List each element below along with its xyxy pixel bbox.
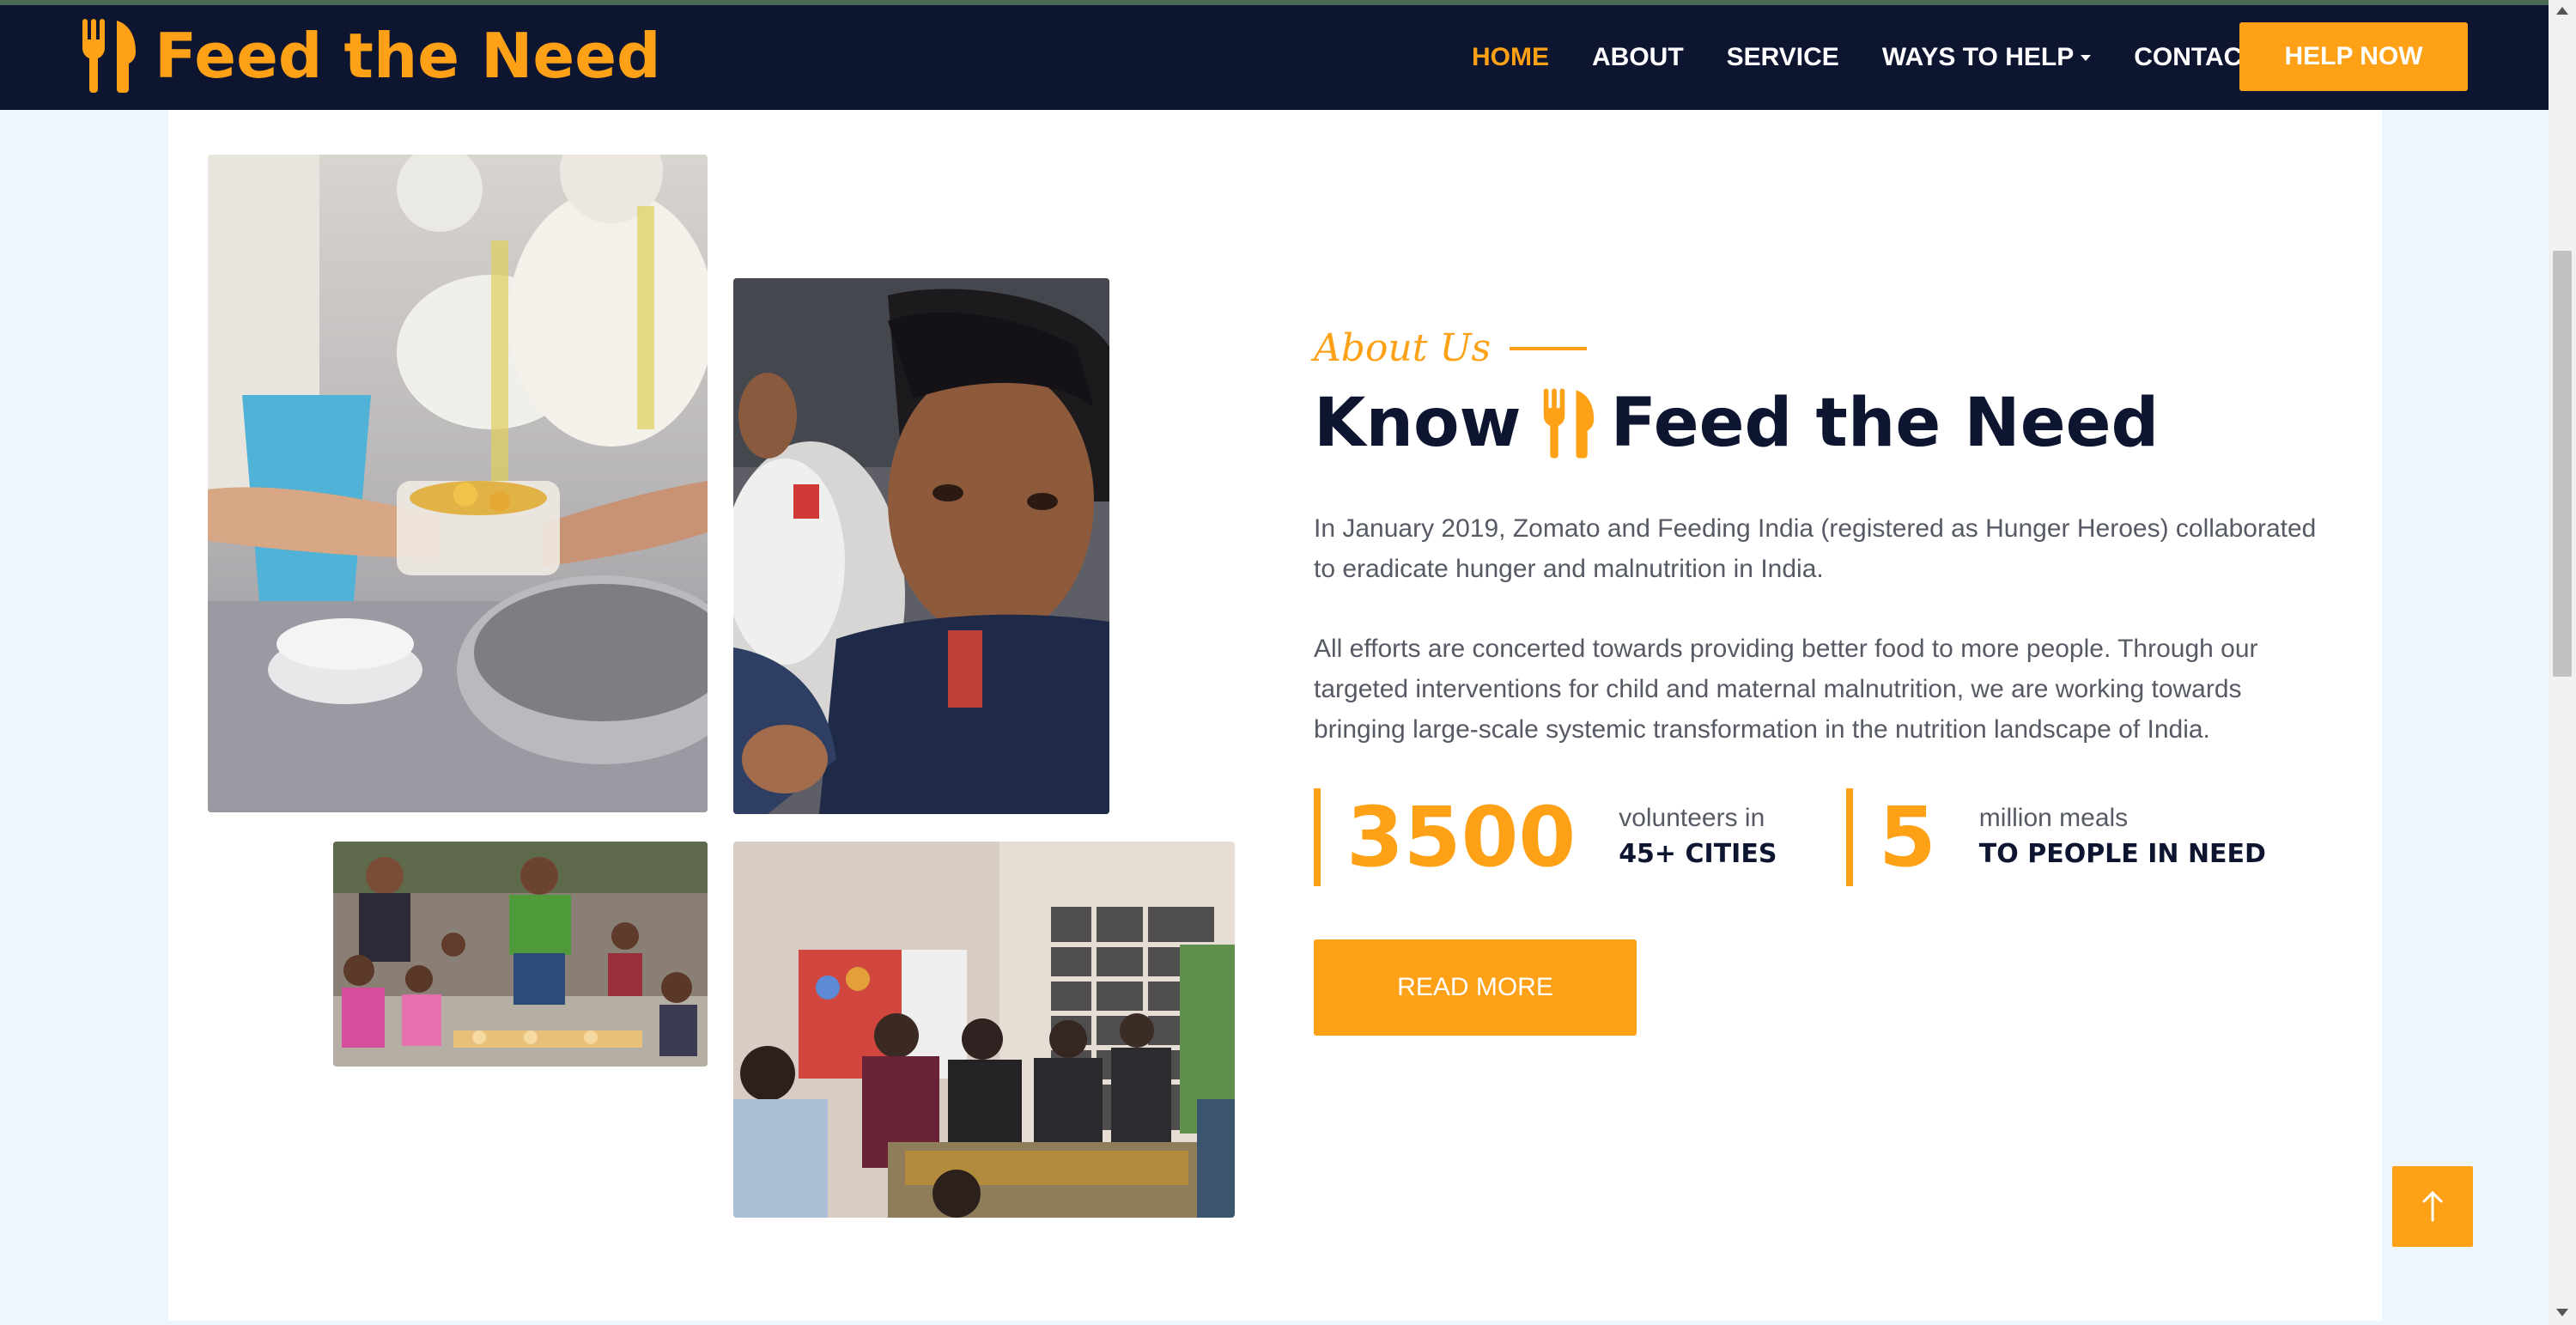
read-more-button[interactable]: READ MORE [1314, 939, 1637, 1036]
main-nav: HOME ABOUT SERVICE WAYS TO HELP CONTACT [1472, 5, 2301, 110]
heading-prefix: Know [1314, 385, 1522, 462]
stat-accent-bar [1846, 788, 1853, 886]
arrow-up-icon [2422, 1190, 2443, 1222]
nav-ways-to-help-label: WAYS TO HELP [1881, 43, 2075, 71]
stat-volunteers: 3500 volunteers in 45+ CITIES [1314, 788, 1777, 886]
stat-accent-bar [1314, 788, 1321, 886]
volunteers-serving-food-photo [733, 842, 1235, 1218]
stat-meals: 5 million meals TO PEOPLE IN NEED [1846, 788, 2266, 886]
chevron-down-icon [2081, 54, 2092, 61]
scroll-up-arrow-icon[interactable] [2556, 7, 2568, 15]
stat-caption-line1: volunteers in [1619, 804, 1765, 832]
about-us-text: About Us [1314, 326, 1492, 370]
nav-about[interactable]: ABOUT [1592, 43, 1684, 72]
stat-caption-line2: 45+ CITIES [1619, 839, 1777, 869]
fork-knife-icon [82, 19, 136, 93]
stat-caption-line2: TO PEOPLE IN NEED [1978, 839, 2266, 869]
nav-service[interactable]: SERVICE [1727, 43, 1839, 72]
stat-caption: volunteers in 45+ CITIES [1619, 801, 1777, 873]
page-scrollbar[interactable] [2549, 0, 2576, 1325]
about-paragraph-1: In January 2019, Zomato and Feeding Indi… [1314, 514, 2317, 583]
stat-caption-line1: million meals [1978, 804, 2129, 832]
about-paragraph-2: All efforts are concerted towards provid… [1314, 635, 2258, 744]
navbar: Feed the Need HOME ABOUT SERVICE WAYS TO… [0, 5, 2549, 110]
about-us-label: About Us [1314, 326, 1588, 370]
brand-name: Feed the Need [155, 20, 661, 92]
stat-number: 5 [1879, 789, 1936, 885]
back-to-top-button[interactable] [2392, 1166, 2473, 1247]
stat-caption: million meals TO PEOPLE IN NEED [1979, 801, 2266, 873]
about-heading: Know Feed the Need [1314, 385, 2159, 462]
volunteers-with-children-photo [333, 842, 708, 1067]
stat-number: 3500 [1346, 789, 1577, 885]
scroll-down-arrow-icon[interactable] [2556, 1309, 2568, 1316]
nav-ways-to-help[interactable]: WAYS TO HELP [1881, 43, 2092, 72]
heading-suffix: Feed the Need [1610, 385, 2160, 462]
nav-home[interactable]: HOME [1472, 43, 1549, 72]
brand-logo[interactable]: Feed the Need [79, 19, 661, 93]
food-handover-photo [208, 155, 708, 812]
fork-knife-icon [1543, 388, 1594, 459]
child-portrait-photo [733, 278, 1109, 814]
decorative-line [1510, 346, 1588, 350]
scroll-thumb[interactable] [2553, 251, 2572, 677]
help-now-button[interactable]: HELP NOW [2239, 22, 2468, 91]
